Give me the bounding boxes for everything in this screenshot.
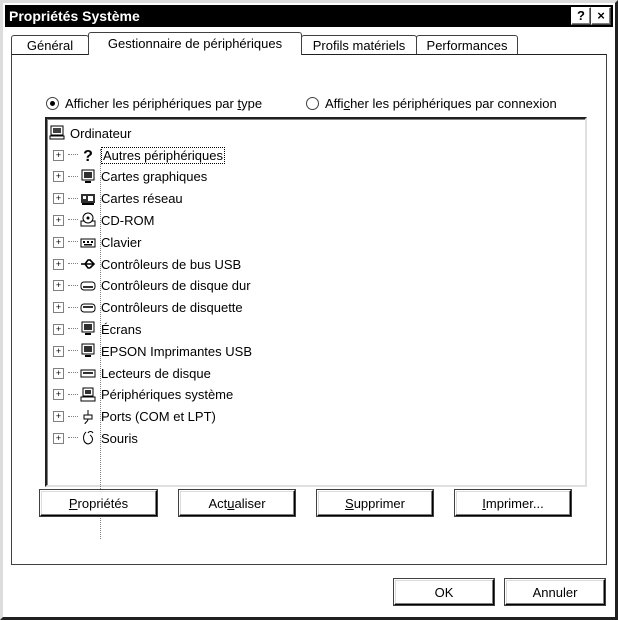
tree-item-label: CD-ROM (101, 212, 155, 228)
tree-item-label: Contrôleurs de bus USB (101, 256, 242, 272)
tree-root-label: Ordinateur (70, 125, 132, 141)
monitor-icon (80, 343, 96, 359)
expand-icon[interactable]: + (53, 411, 64, 423)
tree-item-label: Contrôleurs de disquette (101, 300, 243, 316)
tree-item-label: EPSON Imprimantes USB (101, 343, 252, 359)
harddisk-icon (80, 278, 96, 294)
expand-icon[interactable]: + (53, 389, 64, 401)
tree-item-label: Cartes réseau (101, 191, 183, 207)
tab-performance[interactable]: Performances (416, 35, 518, 55)
expand-icon[interactable]: + (53, 432, 64, 444)
expand-icon[interactable]: + (53, 302, 64, 314)
tree-item[interactable]: + Lecteurs de disque (53, 363, 211, 383)
tree-item[interactable]: + Contrôleurs de bus USB (53, 254, 241, 274)
tree-item-label: Cartes graphiques (101, 169, 208, 185)
expand-icon[interactable]: + (53, 258, 64, 270)
expand-icon[interactable]: + (53, 236, 64, 248)
floppy-controller-icon (80, 300, 96, 316)
monitor-icon (80, 321, 96, 337)
question-icon: ? (80, 147, 96, 163)
cdrom-icon (80, 212, 96, 228)
tree-item-label: Lecteurs de disque (101, 365, 211, 381)
expand-icon[interactable]: + (53, 149, 64, 161)
usb-icon (80, 256, 96, 272)
expand-icon[interactable]: + (53, 280, 64, 292)
tab-general[interactable]: Général (11, 35, 89, 55)
window-title: Propriétés Système (9, 8, 140, 24)
expand-icon[interactable]: + (53, 171, 64, 183)
system-properties-window: Propriétés Système ? × Général Gestionna… (0, 0, 618, 620)
view-by-type-label: Afficher les périphériques par type (65, 95, 263, 111)
view-by-type-option[interactable]: Afficher les périphériques par type (46, 94, 262, 112)
view-by-connection-radio[interactable] (306, 96, 319, 110)
tree-item-label: Souris (101, 430, 138, 446)
keyboard-icon (80, 234, 96, 250)
tree-item[interactable]: +? Autres périphériques (53, 145, 225, 165)
cancel-button[interactable]: Annuler (505, 579, 605, 605)
title-bar[interactable]: Propriétés Système ? × (5, 5, 613, 27)
tab-device-manager[interactable]: Gestionnaire de périphériques (88, 32, 302, 55)
disk-drive-icon (80, 365, 96, 381)
expand-icon[interactable]: + (53, 367, 64, 379)
tree-item[interactable]: + Ports (COM et LPT) (53, 407, 216, 427)
mouse-icon (80, 430, 96, 446)
print-button[interactable]: Imprimer... (455, 490, 571, 516)
tree-item-label: Périphériques système (101, 387, 234, 403)
port-icon (80, 409, 96, 425)
tree-item[interactable]: + Clavier (53, 232, 141, 252)
tree-item[interactable]: + Cartes réseau (53, 189, 183, 209)
monitor-icon (80, 169, 96, 185)
device-tree[interactable]: Ordinateur +? Autres périphériques + Cartes… (45, 117, 587, 539)
computer-icon (80, 387, 96, 403)
expand-icon[interactable]: + (53, 345, 64, 357)
properties-button[interactable]: Propriétés (40, 490, 157, 516)
expand-icon[interactable]: + (53, 214, 64, 226)
tree-item[interactable]: + EPSON Imprimantes USB (53, 341, 252, 361)
expand-icon[interactable]: + (53, 323, 64, 335)
tree-item[interactable]: + Contrôleurs de disquette (53, 298, 243, 318)
tree-item[interactable]: + CD-ROM (53, 210, 154, 230)
remove-button[interactable]: Supprimer (317, 490, 433, 516)
tab-hardware-profiles[interactable]: Profils matériels (301, 35, 417, 55)
tree-item[interactable]: + Souris (53, 428, 138, 448)
close-button[interactable]: × (591, 7, 611, 25)
computer-icon (49, 125, 65, 141)
view-by-type-radio[interactable] (46, 96, 59, 110)
tree-item[interactable]: + Cartes graphiques (53, 167, 207, 187)
tree-item-label: Contrôleurs de disque dur (101, 278, 251, 294)
network-card-icon (80, 191, 96, 207)
tree-item-label: Clavier (101, 234, 142, 250)
svg-text:?: ? (83, 148, 93, 163)
ok-button[interactable]: OK (394, 579, 494, 605)
tree-root[interactable]: Ordinateur (49, 123, 131, 143)
tree-item[interactable]: + Contrôleurs de disque dur (53, 276, 251, 296)
view-by-connection-option[interactable]: Afficher les périphériques par connexion (306, 94, 557, 112)
help-button[interactable]: ? (571, 7, 591, 25)
tree-item[interactable]: + Écrans (53, 319, 141, 339)
tree-item-label: Ports (COM et LPT) (101, 409, 216, 425)
tree-item-label: Autres périphériques (101, 146, 225, 164)
refresh-button[interactable]: Actualiser (179, 490, 295, 516)
view-by-connection-label: Afficher les périphériques par connexion (325, 95, 557, 111)
expand-icon[interactable]: + (53, 193, 64, 205)
tree-item[interactable]: + Périphériques système (53, 385, 233, 405)
tree-item-label: Écrans (101, 321, 142, 337)
